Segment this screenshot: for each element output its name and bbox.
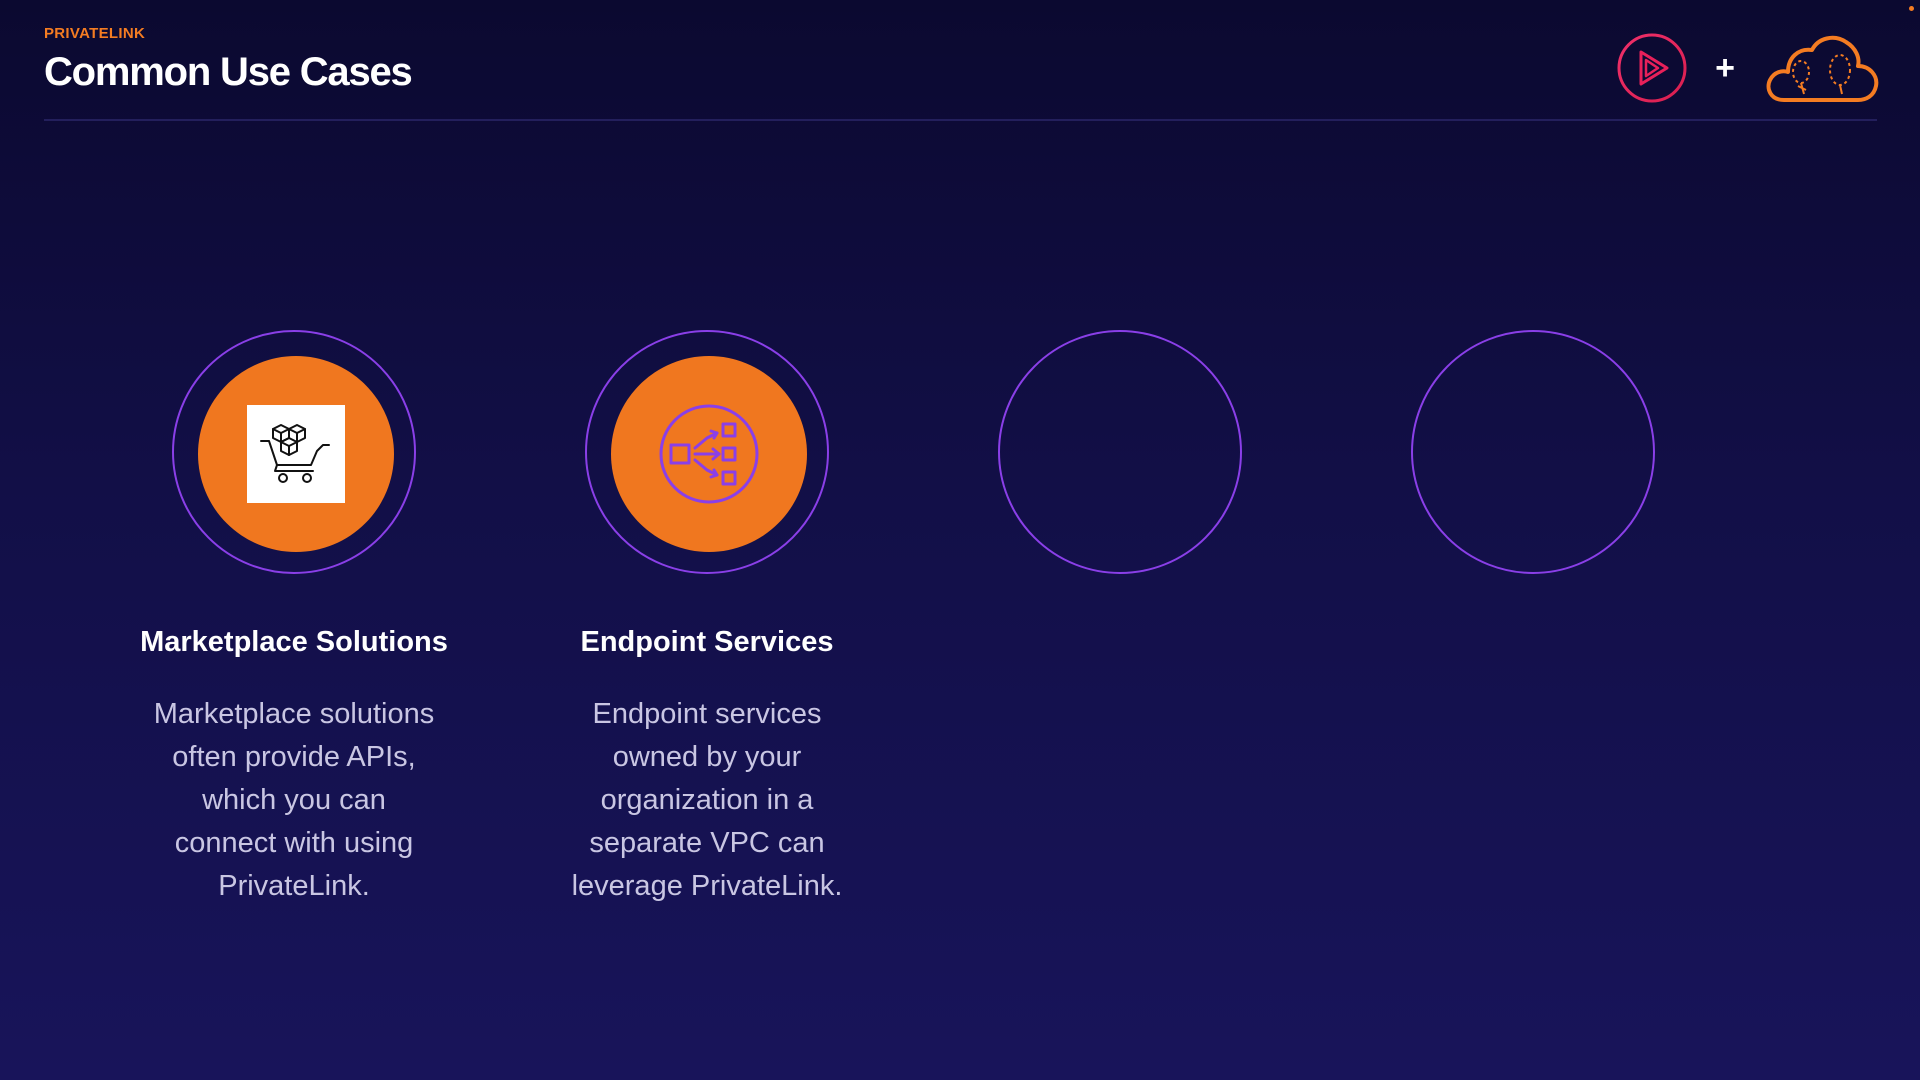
pluralsight-play-icon <box>1616 32 1688 104</box>
card-title: Endpoint Services <box>580 626 834 658</box>
brand-logos: + <box>1616 30 1880 106</box>
header-divider <box>44 119 1877 121</box>
icon-ring <box>998 330 1242 574</box>
card-description: Marketplace solutions often provide APIs… <box>153 698 435 902</box>
plus-sign: + <box>1715 49 1735 87</box>
use-case-card-placeholder-4 <box>1353 330 1713 624</box>
use-case-card-marketplace: Marketplace Solutions Marketplace soluti… <box>114 330 474 908</box>
slide-title: Common Use Cases <box>44 50 413 94</box>
icon-ring <box>1411 330 1655 574</box>
icon-ring <box>172 330 416 574</box>
card-description: Endpoint services owned by your organiza… <box>571 698 843 902</box>
marketplace-cart-icon <box>247 405 345 503</box>
use-case-cards: Marketplace Solutions Marketplace soluti… <box>0 330 1920 980</box>
slide-header: PRIVATELINK Common Use Cases <box>44 24 413 96</box>
endpoint-services-icon <box>657 402 761 506</box>
icon-disc <box>611 356 807 552</box>
icon-disc <box>198 356 394 552</box>
use-case-card-placeholder-3 <box>940 330 1300 624</box>
section-eyebrow: PRIVATELINK <box>44 25 146 42</box>
use-case-card-endpoint: Endpoint Services Endpoint services owne… <box>527 330 887 908</box>
corner-indicator-dot <box>1909 6 1914 11</box>
cloud-guru-cloud-icon <box>1762 30 1880 106</box>
card-title: Marketplace Solutions <box>140 626 448 658</box>
icon-ring <box>585 330 829 574</box>
